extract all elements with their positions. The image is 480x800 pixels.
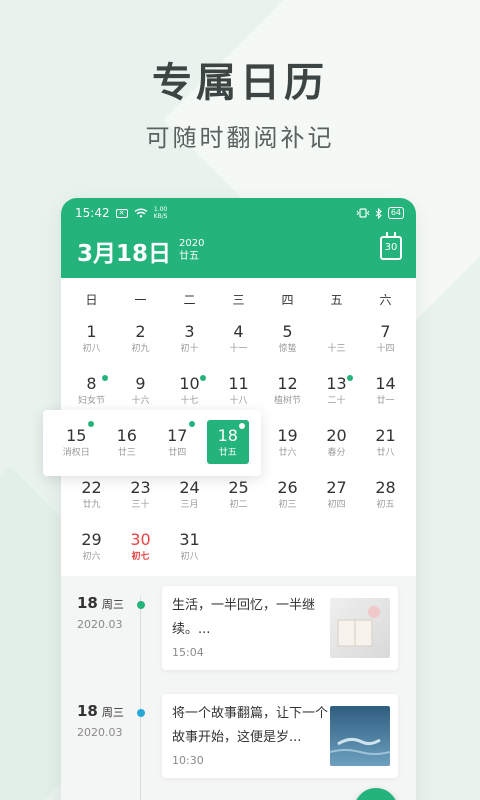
hero-title: 专属日历: [152, 60, 328, 106]
current-date-title[interactable]: 3月18日: [77, 234, 171, 268]
calendar-day[interactable]: 5 惊蛰: [263, 318, 312, 364]
entry-day: 18: [77, 594, 98, 612]
calendar-day[interactable]: 7 十四: [361, 318, 410, 364]
entry-time: 10:30: [172, 754, 204, 767]
year-lunar-block: 2020 廿五: [179, 237, 204, 263]
calendar-day[interactable]: 21 廿八: [361, 422, 410, 468]
entry-date: 18 周三: [77, 702, 124, 720]
entry-time: 15:04: [172, 646, 204, 659]
calendar-day[interactable]: 12 植树节: [263, 370, 312, 416]
calendar-day[interactable]: 30 初七: [116, 526, 165, 572]
calendar-day[interactable]: 2 初九: [116, 318, 165, 364]
timeline-node: [137, 601, 145, 609]
vibrate-icon: [356, 208, 370, 218]
timeline-line: [140, 596, 141, 800]
weekday-label: 三: [232, 293, 245, 307]
entry-day: 18: [77, 702, 98, 720]
weekday-label: 一: [134, 293, 147, 307]
calendar-day[interactable]: 24 三月: [165, 474, 214, 520]
calendar-day[interactable]: 19 廿六: [263, 422, 312, 468]
calendar-day[interactable]: 22 廿九: [67, 474, 116, 520]
wifi-icon: [134, 208, 148, 218]
calendar-day[interactable]: 16 廿三: [102, 416, 153, 468]
battery-icon: 64: [387, 207, 404, 219]
calendar-day[interactable]: 27 初四: [312, 474, 361, 520]
calendar-day[interactable]: 14 廿一: [361, 370, 410, 416]
hero-subtitle: 可随时翻阅补记: [145, 124, 335, 152]
calendar-day[interactable]: 15 消权日: [51, 416, 102, 468]
status-bar: 15:42 ✕ 1.00 KB/S 64: [75, 205, 404, 221]
year-label: 2020: [179, 238, 205, 249]
calendar-day[interactable]: 29 初六: [67, 526, 116, 572]
entry-card[interactable]: 生活，一半回忆，一半继续。... 15:04: [162, 586, 398, 670]
weekday-label: 五: [330, 293, 343, 307]
calendar-day[interactable]: 13 二十: [312, 370, 361, 416]
calendar-day[interactable]: 20 春分: [312, 422, 361, 468]
phone-screen: 15:42 ✕ 1.00 KB/S 64 3月18日 2020 廿五 30 日 …: [61, 198, 416, 800]
has-entry-dot: [347, 375, 353, 381]
calendar-day[interactable]: 十三: [312, 318, 361, 364]
calendar-day-selected[interactable]: 18 廿五: [206, 420, 249, 464]
entry-year-month: 2020.03: [77, 618, 123, 631]
calendar-day[interactable]: 26 初三: [263, 474, 312, 520]
has-entry-dot: [239, 423, 245, 429]
calendar-day[interactable]: 4 十一: [214, 318, 263, 364]
calendar-day[interactable]: 1 初八: [67, 318, 116, 364]
status-time: 15:42: [75, 206, 110, 220]
weekday-label: 二: [183, 293, 196, 307]
book-image-icon: [337, 606, 380, 647]
calendar-day[interactable]: 25 初二: [214, 474, 263, 520]
new-entry-button[interactable]: [354, 788, 398, 800]
net-speed-value: 1.00: [153, 206, 168, 213]
calendar-day[interactable]: 3 初十: [165, 318, 214, 364]
entry-date: 18 周三: [77, 594, 124, 612]
calendar-header: 15:42 ✕ 1.00 KB/S 64 3月18日 2020 廿五 30: [61, 198, 416, 278]
has-entry-dot: [87, 421, 94, 427]
entry-weekday: 周三: [101, 598, 124, 611]
has-entry-dot: [200, 375, 206, 381]
week-popup: 15 消权日 16 廿三 17 廿四 18 廿五: [43, 410, 261, 476]
calendar-day[interactable]: 17 廿四: [152, 416, 203, 468]
net-speed-unit: KB/S: [153, 213, 168, 220]
dolphin-image-icon: [330, 737, 390, 755]
entry-text: 将一个故事翻篇，让下一个故事开始，这便是岁...: [172, 706, 329, 745]
entry-card[interactable]: 将一个故事翻篇，让下一个故事开始，这便是岁... 10:30: [162, 694, 398, 778]
timeline-node: [137, 709, 145, 717]
calendar-icon[interactable]: 30: [380, 232, 402, 260]
has-entry-dot: [188, 421, 195, 427]
entry-text: 生活，一半回忆，一半继续。...: [172, 598, 316, 637]
weekday-header: 日 一 二 三 四 五 六: [61, 278, 416, 308]
weekday-label: 六: [379, 293, 392, 307]
entry-weekday: 周三: [101, 706, 124, 719]
has-entry-dot: [102, 375, 108, 381]
entry-thumbnail[interactable]: [330, 598, 390, 658]
weekday-label: 日: [85, 293, 98, 307]
entry-thumbnail[interactable]: [330, 706, 390, 766]
calendar-day[interactable]: 31 初八: [165, 526, 214, 572]
net-speed: 1.00 KB/S: [154, 206, 168, 220]
diary-timeline: 18 周三 2020.03 生活，一半回忆，一半继续。... 15:04 18 周三: [61, 576, 416, 800]
bluetooth-icon: [375, 207, 382, 219]
calendar-day[interactable]: 28 初五: [361, 474, 410, 520]
lunar-label: 廿五: [179, 251, 199, 262]
weekday-label: 四: [281, 293, 294, 307]
calendar-day[interactable]: 23 三十: [116, 474, 165, 520]
notification-icon: ✕: [115, 208, 128, 218]
entry-year-month: 2020.03: [77, 726, 123, 739]
